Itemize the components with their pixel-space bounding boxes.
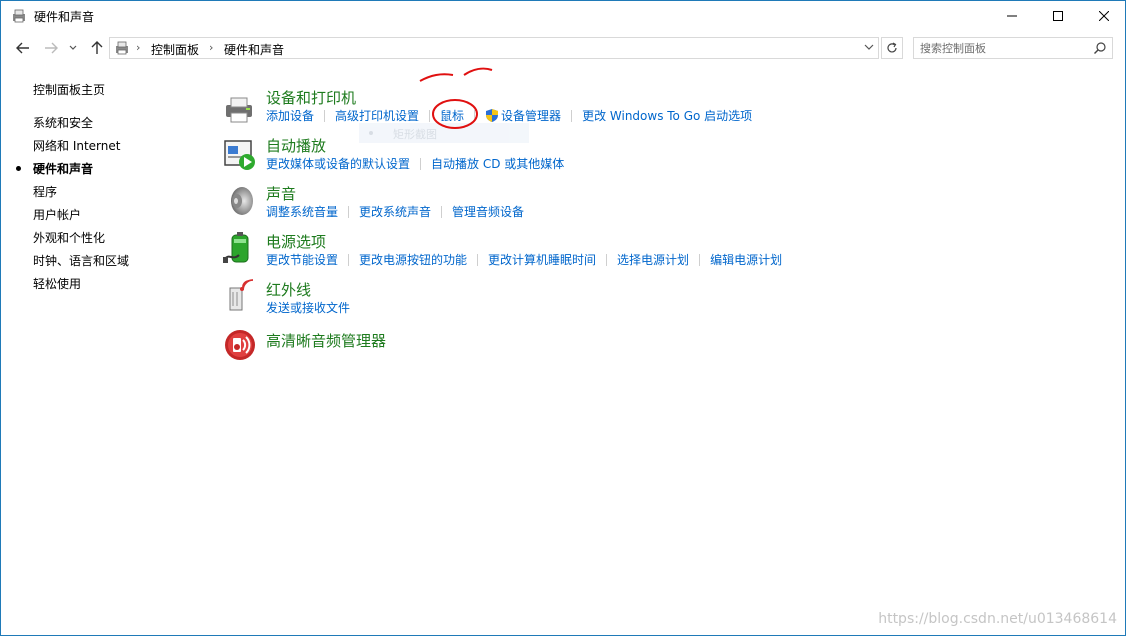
control-panel-window: 硬件和声音 › 控制面板 › 硬件和声音 搜索控制面板 控制面板主页 系统和安全… — [0, 0, 1126, 636]
annotation-stroke — [419, 73, 454, 82]
annotation-stroke — [463, 67, 493, 76]
annotation-circle — [432, 99, 478, 129]
annotation-overlay — [419, 67, 493, 129]
watermark: https://blog.csdn.net/u013468614 — [878, 611, 1117, 627]
